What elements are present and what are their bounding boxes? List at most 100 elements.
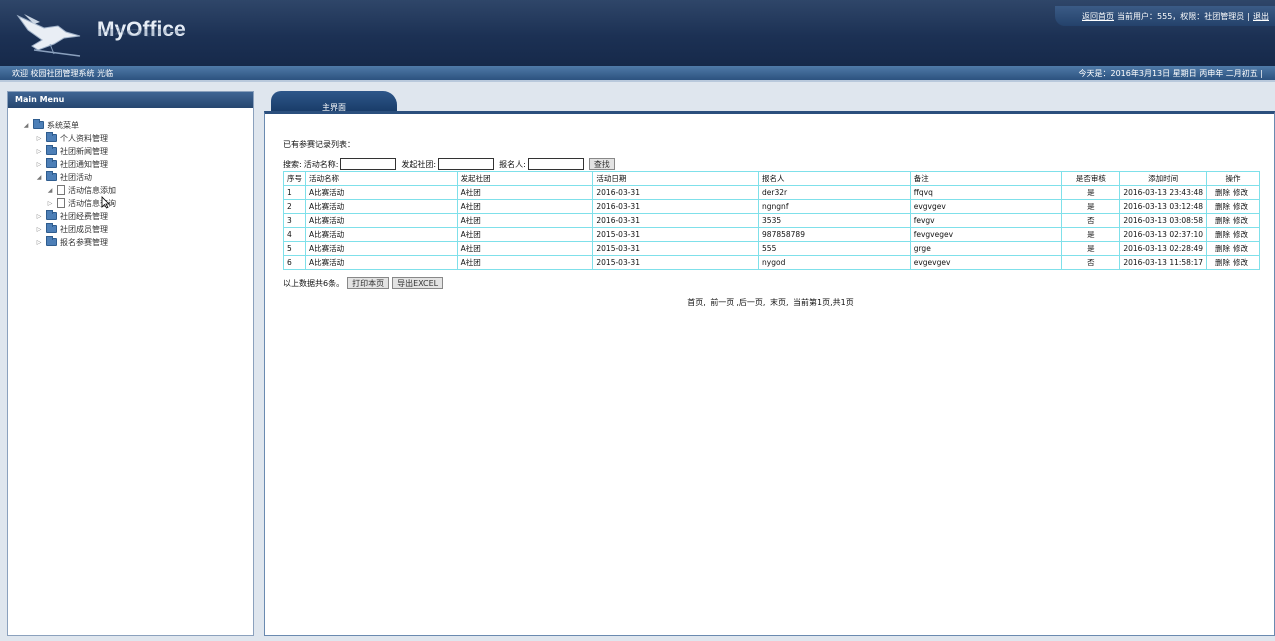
delete-link[interactable]: 删除	[1215, 202, 1230, 211]
table-cell: A社团	[456, 241, 594, 256]
document-icon	[57, 198, 65, 208]
prev-page-link[interactable]: 前一页	[710, 298, 734, 307]
table-row: 4 A比赛活动 A社团 2015-03-31 987858789 fevgvegev 是 20…	[283, 227, 1260, 242]
last-page-link[interactable]: 末页,	[770, 298, 789, 307]
table-cell: 6	[283, 255, 306, 270]
tree-label: 报名参赛管理	[60, 237, 108, 247]
table-cell: A比赛活动	[305, 241, 458, 256]
folder-icon	[46, 210, 57, 220]
logout-link[interactable]: 退出	[1253, 11, 1269, 22]
edit-link[interactable]: 修改	[1233, 202, 1248, 211]
table-cell: 5	[283, 241, 306, 256]
signup-input[interactable]	[527, 158, 584, 170]
collapsed-arrow-icon: ▷	[36, 147, 42, 155]
column-header: 序号	[283, 171, 306, 186]
column-header: 报名人	[758, 171, 911, 186]
tab-main[interactable]: 主界面	[271, 91, 397, 113]
collapsed-arrow-icon: ▷	[36, 225, 42, 233]
table-cell: 2016-03-13 02:28:49	[1119, 241, 1207, 256]
edit-link[interactable]: 修改	[1233, 188, 1248, 197]
table-cell: 1	[283, 185, 306, 200]
table-cell-actions: 删除 修改	[1206, 241, 1260, 256]
folder-icon	[33, 119, 44, 129]
tree-label: 社团新闻管理	[60, 146, 108, 156]
logo-reflection: MyOffice	[97, 26, 186, 39]
delete-link[interactable]: 删除	[1215, 230, 1230, 239]
collapsed-arrow-icon: ▷	[47, 199, 53, 207]
export-excel-button[interactable]: 导出EXCEL	[392, 277, 444, 289]
search-label: 搜索:	[283, 159, 302, 169]
table-cell: 否	[1061, 213, 1121, 228]
table-cell: 987858789	[758, 227, 911, 242]
table-cell: 2016-03-31	[592, 199, 760, 214]
folder-icon	[46, 236, 57, 246]
table-row: 2 A比赛活动 A社团 2016-03-31 ngngnf evgvgev 是 2016-03…	[283, 199, 1260, 214]
folder-icon	[46, 132, 57, 142]
search-button[interactable]: 查找	[588, 158, 615, 170]
table-cell-actions: 删除 修改	[1206, 227, 1260, 242]
tree-item-activity-add[interactable]: ◢ 活动信息添加	[46, 184, 116, 196]
tree-label: 社团活动	[60, 172, 92, 182]
tree-item-members[interactable]: ▷ 社团成员管理	[35, 223, 108, 235]
table-cell: A社团	[456, 199, 594, 214]
tree-label: 个人资料管理	[60, 133, 108, 143]
first-page-link[interactable]: 首页,	[687, 298, 706, 307]
tree-item-notice[interactable]: ▷ 社团通知管理	[35, 158, 108, 170]
delete-link[interactable]: 删除	[1215, 258, 1230, 267]
club-label: 发起社团:	[401, 159, 437, 169]
column-header: 发起社团	[456, 171, 594, 186]
print-button[interactable]: 打印本页	[347, 277, 390, 289]
edit-link[interactable]: 修改	[1233, 230, 1248, 239]
edit-link[interactable]: 修改	[1233, 216, 1248, 225]
delete-link[interactable]: 删除	[1215, 188, 1230, 197]
tree-item-activity[interactable]: ◢ 社团活动	[35, 171, 92, 183]
edit-link[interactable]: 修改	[1233, 258, 1248, 267]
table-cell: 4	[283, 227, 306, 242]
column-header: 添加时间	[1119, 171, 1207, 186]
column-header: 备注	[909, 171, 1063, 186]
content-area: 已有参赛记录列表： 搜索: 活动名称: 发起社团: 报名人: 查找 序号 活动名…	[264, 111, 1275, 636]
table-cell: fevgvegev	[909, 227, 1063, 242]
collapsed-arrow-icon: ▷	[36, 212, 42, 220]
activity-name-label: 活动名称:	[303, 159, 339, 169]
table-cell: 2	[283, 199, 306, 214]
folder-icon	[46, 171, 57, 181]
table-cell: 3	[283, 213, 306, 228]
table-cell: fevgv	[909, 213, 1063, 228]
table-cell: 是	[1061, 199, 1121, 214]
column-header: 活动名称	[305, 171, 458, 186]
tree-item-signup[interactable]: ▷ 报名参赛管理	[35, 236, 108, 248]
folder-icon	[46, 145, 57, 155]
mouse-cursor-icon	[101, 196, 110, 209]
table-cell: 2015-03-31	[592, 241, 760, 256]
delete-link[interactable]: 删除	[1215, 216, 1230, 225]
tree-item-news[interactable]: ▷ 社团新闻管理	[35, 145, 108, 157]
search-bar: 搜索: 活动名称: 发起社团: 报名人: 查找	[283, 158, 615, 170]
page-heading: 已有参赛记录列表：	[283, 140, 355, 149]
delete-link[interactable]: 删除	[1215, 244, 1230, 253]
main-panel: 主界面 已有参赛记录列表： 搜索: 活动名称: 发起社团: 报名人: 查找 序号…	[264, 91, 1275, 636]
activity-name-input[interactable]	[340, 158, 397, 170]
next-page-link[interactable]: ,后一页,	[736, 298, 765, 307]
document-icon	[57, 185, 65, 195]
club-input[interactable]	[438, 158, 495, 170]
tree-label: 社团经费管理	[60, 211, 108, 221]
tree-item-funds[interactable]: ▷ 社团经费管理	[35, 210, 108, 222]
table-cell: A比赛活动	[305, 227, 458, 242]
edit-link[interactable]: 修改	[1233, 244, 1248, 253]
table-footer: 以上数据共6条。 打印本页 导出EXCEL	[283, 277, 444, 289]
table-cell: ngngnf	[758, 199, 911, 214]
home-link[interactable]: 返回首页	[1082, 11, 1114, 22]
table-cell: 2016-03-31	[592, 213, 760, 228]
column-header: 是否审核	[1061, 171, 1121, 186]
table-cell: 2015-03-31	[592, 227, 760, 242]
status-bar: 欢迎 校园社团管理系统 光临 今天是：2016年3月13日 星期日 丙申年 二月…	[0, 66, 1275, 82]
expanded-arrow-icon: ◢	[36, 173, 42, 181]
tree-root-system-menu[interactable]: ◢ 系统菜单	[22, 119, 79, 131]
collapsed-arrow-icon: ▷	[36, 134, 42, 142]
expanded-arrow-icon: ◢	[47, 186, 53, 194]
tree-item-profile[interactable]: ▷ 个人资料管理	[35, 132, 108, 144]
tree-label: 活动信息添加	[68, 185, 116, 195]
bird-logo-icon	[16, 14, 81, 57]
signup-label: 报名人:	[499, 159, 526, 169]
